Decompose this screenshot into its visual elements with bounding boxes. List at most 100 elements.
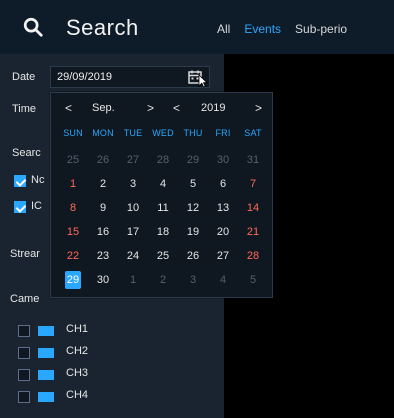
calendar-day[interactable]: 30 (88, 268, 118, 292)
channel-label: CH4 (66, 389, 89, 401)
calendar-day-label: 10 (126, 202, 140, 214)
channel-checkbox[interactable] (18, 391, 30, 403)
calendar-day[interactable]: 12 (178, 196, 208, 220)
weekday-label: MON (92, 128, 114, 138)
channel-row-ch4[interactable]: CH4 (18, 386, 178, 408)
search-option-checkbox-1[interactable] (14, 175, 26, 187)
calendar-day[interactable]: 15 (58, 220, 88, 244)
calendar-day[interactable]: 25 (58, 148, 88, 172)
search-option-label-1: Nc (31, 174, 45, 186)
weekday-label: SAT (244, 128, 262, 138)
calendar-day[interactable]: 9 (88, 196, 118, 220)
date-picker-popup: < Sep. > < 2019 > SUN MON TUE WED THU FRI SAT … (50, 92, 273, 298)
calendar-day-label: 27 (216, 250, 230, 262)
calendar-day[interactable]: 11 (148, 196, 178, 220)
search-option-checkbox-2[interactable] (14, 201, 26, 213)
channel-row-ch1[interactable]: CH1 (18, 320, 178, 342)
calendar-day[interactable]: 30 (208, 148, 238, 172)
calendar-day[interactable]: 1 (58, 172, 88, 196)
calendar-day[interactable]: 13 (208, 196, 238, 220)
calendar-day-label: 6 (219, 178, 227, 190)
calendar-day-label: 4 (159, 178, 167, 190)
calendar-day[interactable]: 25 (148, 244, 178, 268)
calendar-day[interactable]: 5 (178, 172, 208, 196)
channel-label: CH3 (66, 367, 89, 379)
calendar-day[interactable]: 10 (118, 196, 148, 220)
calendar-day[interactable]: 2 (88, 172, 118, 196)
calendar-day-label: 11 (157, 202, 169, 214)
channel-checkbox[interactable] (18, 347, 30, 359)
channel-row-ch2[interactable]: CH2 (18, 342, 178, 364)
search-icon (23, 17, 43, 37)
calendar-day[interactable]: 21 (238, 220, 268, 244)
prev-month-button[interactable]: < (65, 101, 72, 115)
calendar-day-label: 17 (126, 226, 140, 238)
weekday-label: WED (152, 128, 174, 138)
tab-sub-period[interactable]: Sub-perio (288, 0, 354, 54)
calendar-day-label: 29 (66, 274, 80, 286)
calendar-day-label: 2 (159, 274, 167, 286)
weekday-label: THU (183, 128, 203, 138)
calendar-day-label: 18 (156, 226, 170, 238)
calendar-day[interactable]: 7 (238, 172, 268, 196)
calendar-day[interactable]: 6 (208, 172, 238, 196)
tab-events[interactable]: Events (237, 0, 288, 54)
channel-color-indicator (38, 392, 54, 402)
prev-year-button[interactable]: < (173, 101, 180, 115)
date-field[interactable]: 29/09/2019 (50, 66, 210, 88)
calendar-day[interactable]: 5 (238, 268, 268, 292)
calendar-day[interactable]: 28 (148, 148, 178, 172)
calendar-day[interactable]: 16 (88, 220, 118, 244)
tab-bar: All Events Sub-perio (210, 0, 354, 54)
calendar-day[interactable]: 3 (178, 268, 208, 292)
calendar-day-label: 25 (156, 250, 170, 262)
calendar-day-label: 5 (249, 274, 257, 286)
calendar-day[interactable]: 19 (178, 220, 208, 244)
calendar-day[interactable]: 27 (118, 148, 148, 172)
channel-checkbox[interactable] (18, 325, 30, 337)
calendar-day[interactable]: 29 (178, 148, 208, 172)
calendar-day-label: 22 (66, 250, 80, 262)
channel-checkbox[interactable] (18, 369, 30, 381)
calendar-day[interactable]: 26 (88, 148, 118, 172)
calendar-day[interactable]: 24 (118, 244, 148, 268)
calendar-day[interactable]: 27 (208, 244, 238, 268)
calendar-day[interactable]: 8 (58, 196, 88, 220)
channel-list: CH1 CH2 CH3 CH4 (18, 320, 178, 408)
calendar-day[interactable]: 4 (208, 268, 238, 292)
next-month-button[interactable]: > (147, 101, 154, 115)
next-year-button[interactable]: > (255, 101, 262, 115)
calendar-day[interactable]: 20 (208, 220, 238, 244)
calendar-day-selected[interactable]: 29 (58, 268, 88, 292)
calendar-day[interactable]: 22 (58, 244, 88, 268)
channel-row-ch3[interactable]: CH3 (18, 364, 178, 386)
calendar-day[interactable]: 1 (118, 268, 148, 292)
calendar-day-label: 21 (246, 226, 260, 238)
calendar-day[interactable]: 23 (88, 244, 118, 268)
channel-color-indicator (38, 326, 54, 336)
calendar-day[interactable]: 26 (178, 244, 208, 268)
calendar-day[interactable]: 28 (238, 244, 268, 268)
calendar-day-label: 15 (66, 226, 80, 238)
calendar-day[interactable]: 3 (118, 172, 148, 196)
tab-all[interactable]: All (210, 0, 237, 54)
calendar-day-label: 28 (156, 154, 170, 166)
calendar-day[interactable]: 14 (238, 196, 268, 220)
calendar-day-label: 31 (246, 154, 260, 166)
channel-label: CH2 (66, 345, 89, 357)
calendar-day[interactable]: 2 (148, 268, 178, 292)
date-value: 29/09/2019 (57, 71, 113, 83)
calendar-day[interactable]: 31 (238, 148, 268, 172)
calendar-day[interactable]: 4 (148, 172, 178, 196)
calendar-day[interactable]: 18 (148, 220, 178, 244)
calendar-day-label: 24 (126, 250, 140, 262)
calendar-day-label: 23 (96, 250, 110, 262)
calendar-day[interactable]: 17 (118, 220, 148, 244)
calendar-day-label: 7 (249, 178, 257, 190)
calendar-day-label: 1 (129, 274, 137, 286)
weekday-label: SUN (63, 128, 83, 138)
calendar-day-label: 27 (126, 154, 140, 166)
channel-color-indicator (38, 370, 54, 380)
page-title: Search (66, 15, 139, 40)
channel-color-indicator (38, 348, 54, 358)
